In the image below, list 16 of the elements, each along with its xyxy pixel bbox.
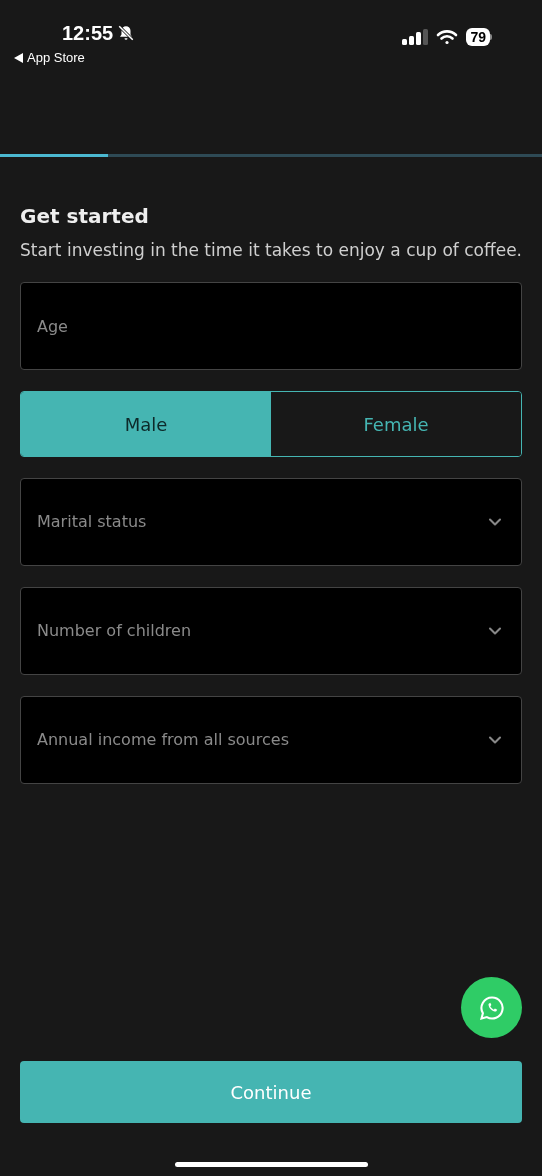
dropdown-field[interactable]: Number of children (20, 587, 522, 675)
wifi-icon (436, 29, 459, 45)
back-triangle-icon (14, 52, 23, 63)
gender-option[interactable]: Male (21, 392, 271, 456)
dropdown-field[interactable]: Marital status (20, 478, 522, 566)
status-time: 12:55 (62, 21, 114, 46)
age-field[interactable]: Age (20, 282, 522, 370)
bell-slash-icon (117, 24, 136, 42)
dropdown-field[interactable]: Annual income from all sources (20, 696, 522, 784)
back-link[interactable]: App Store (27, 48, 85, 68)
signal-icon (402, 29, 429, 45)
page-title: Get started (20, 203, 150, 230)
battery-indicator: 79 (466, 28, 492, 46)
chat-phone-icon (477, 993, 506, 1022)
chat-button[interactable] (461, 977, 522, 1038)
page-subtitle: Start investing in the time it takes to enjoy a cup of coffee. (20, 239, 522, 262)
